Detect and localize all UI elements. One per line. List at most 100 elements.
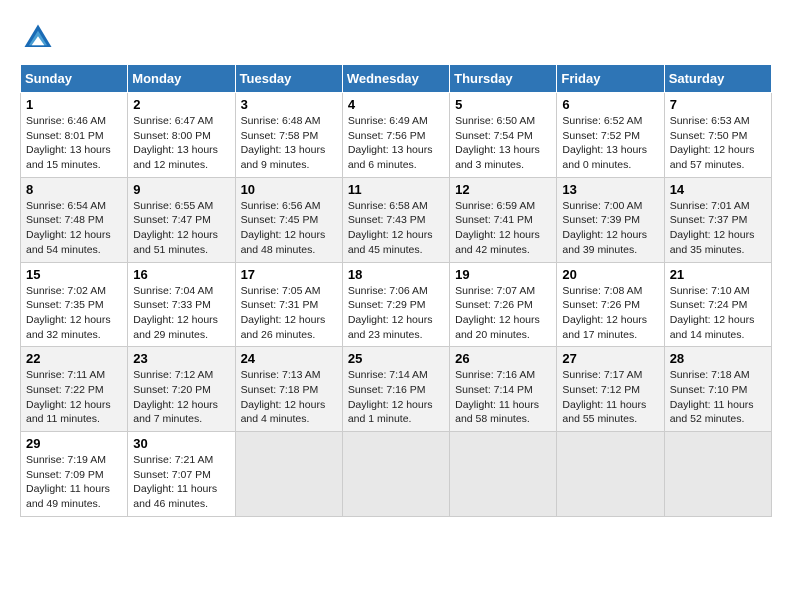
day-cell <box>235 432 342 517</box>
day-info: Sunrise: 7:04 AMSunset: 7:33 PMDaylight:… <box>133 284 229 343</box>
day-cell: 21 Sunrise: 7:10 AMSunset: 7:24 PMDayligh… <box>664 262 771 347</box>
day-info: Sunrise: 7:01 AMSunset: 7:37 PMDaylight:… <box>670 199 766 258</box>
day-number: 23 <box>133 351 229 366</box>
day-cell: 30Sunrise: 7:21 AMSunset: 7:07 PMDayligh… <box>128 432 235 517</box>
day-cell: 27 Sunrise: 7:17 AMSunset: 7:12 PMDayligh… <box>557 347 664 432</box>
day-cell <box>664 432 771 517</box>
day-number: 10 <box>241 182 337 197</box>
day-number: 12 <box>455 182 551 197</box>
day-cell: 9 Sunrise: 6:55 AMSunset: 7:47 PMDaylight… <box>128 177 235 262</box>
day-info: Sunrise: 6:58 AMSunset: 7:43 PMDaylight:… <box>348 199 444 258</box>
day-info: Sunrise: 7:18 AMSunset: 7:10 PMDaylight:… <box>670 368 766 427</box>
day-info: Sunrise: 6:47 AMSunset: 8:00 PMDaylight:… <box>133 114 229 173</box>
day-number: 11 <box>348 182 444 197</box>
day-number: 30 <box>133 436 229 451</box>
day-info: Sunrise: 7:02 AMSunset: 7:35 PMDaylight:… <box>26 284 122 343</box>
day-info: Sunrise: 6:53 AMSunset: 7:50 PMDaylight:… <box>670 114 766 173</box>
column-header-saturday: Saturday <box>664 65 771 93</box>
day-info: Sunrise: 7:12 AMSunset: 7:20 PMDaylight:… <box>133 368 229 427</box>
calendar-body: 1 Sunrise: 6:46 AMSunset: 8:01 PMDaylight… <box>21 93 772 517</box>
day-cell: 24Sunrise: 7:13 AMSunset: 7:18 PMDayligh… <box>235 347 342 432</box>
day-number: 29 <box>26 436 122 451</box>
day-cell: 23 Sunrise: 7:12 AMSunset: 7:20 PMDayligh… <box>128 347 235 432</box>
calendar-table: SundayMondayTuesdayWednesdayThursdayFrid… <box>20 64 772 517</box>
day-number: 13 <box>562 182 658 197</box>
day-cell: 3Sunrise: 6:48 AMSunset: 7:58 PMDaylight… <box>235 93 342 178</box>
day-info: Sunrise: 6:52 AMSunset: 7:52 PMDaylight:… <box>562 114 658 173</box>
day-cell: 1 Sunrise: 6:46 AMSunset: 8:01 PMDaylight… <box>21 93 128 178</box>
day-info: Sunrise: 6:48 AMSunset: 7:58 PMDaylight:… <box>241 114 337 173</box>
day-number: 7 <box>670 97 766 112</box>
day-number: 22 <box>26 351 122 366</box>
week-row-2: 8 Sunrise: 6:54 AMSunset: 7:48 PMDaylight… <box>21 177 772 262</box>
column-header-thursday: Thursday <box>450 65 557 93</box>
day-cell: 5Sunrise: 6:50 AMSunset: 7:54 PMDaylight… <box>450 93 557 178</box>
day-cell: 6 Sunrise: 6:52 AMSunset: 7:52 PMDaylight… <box>557 93 664 178</box>
day-cell <box>450 432 557 517</box>
day-cell: 16 Sunrise: 7:04 AMSunset: 7:33 PMDayligh… <box>128 262 235 347</box>
day-cell: 22Sunrise: 7:11 AMSunset: 7:22 PMDayligh… <box>21 347 128 432</box>
day-number: 14 <box>670 182 766 197</box>
day-info: Sunrise: 7:10 AMSunset: 7:24 PMDaylight:… <box>670 284 766 343</box>
day-number: 2 <box>133 97 229 112</box>
day-info: Sunrise: 6:49 AMSunset: 7:56 PMDaylight:… <box>348 114 444 173</box>
day-number: 5 <box>455 97 551 112</box>
day-info: Sunrise: 7:17 AMSunset: 7:12 PMDaylight:… <box>562 368 658 427</box>
day-number: 18 <box>348 267 444 282</box>
day-cell: 13Sunrise: 7:00 AMSunset: 7:39 PMDayligh… <box>557 177 664 262</box>
day-cell: 29 Sunrise: 7:19 AMSunset: 7:09 PMDayligh… <box>21 432 128 517</box>
day-cell: 7 Sunrise: 6:53 AMSunset: 7:50 PMDaylight… <box>664 93 771 178</box>
day-cell: 2 Sunrise: 6:47 AMSunset: 8:00 PMDaylight… <box>128 93 235 178</box>
logo-icon <box>20 20 56 56</box>
column-header-tuesday: Tuesday <box>235 65 342 93</box>
day-cell <box>342 432 449 517</box>
day-number: 9 <box>133 182 229 197</box>
day-cell: 15 Sunrise: 7:02 AMSunset: 7:35 PMDayligh… <box>21 262 128 347</box>
day-number: 19 <box>455 267 551 282</box>
column-header-sunday: Sunday <box>21 65 128 93</box>
day-number: 6 <box>562 97 658 112</box>
day-cell: 8 Sunrise: 6:54 AMSunset: 7:48 PMDaylight… <box>21 177 128 262</box>
day-number: 24 <box>241 351 337 366</box>
calendar-header: SundayMondayTuesdayWednesdayThursdayFrid… <box>21 65 772 93</box>
day-cell: 19 Sunrise: 7:07 AMSunset: 7:26 PMDayligh… <box>450 262 557 347</box>
day-cell: 12Sunrise: 6:59 AMSunset: 7:41 PMDayligh… <box>450 177 557 262</box>
day-number: 26 <box>455 351 551 366</box>
day-info: Sunrise: 6:54 AMSunset: 7:48 PMDaylight:… <box>26 199 122 258</box>
day-number: 27 <box>562 351 658 366</box>
day-cell: 17 Sunrise: 7:05 AMSunset: 7:31 PMDayligh… <box>235 262 342 347</box>
day-info: Sunrise: 7:19 AMSunset: 7:09 PMDaylight:… <box>26 453 122 512</box>
week-row-3: 15 Sunrise: 7:02 AMSunset: 7:35 PMDayligh… <box>21 262 772 347</box>
day-cell: 11 Sunrise: 6:58 AMSunset: 7:43 PMDayligh… <box>342 177 449 262</box>
day-info: Sunrise: 7:06 AMSunset: 7:29 PMDaylight:… <box>348 284 444 343</box>
day-cell: 28Sunrise: 7:18 AMSunset: 7:10 PMDayligh… <box>664 347 771 432</box>
column-header-monday: Monday <box>128 65 235 93</box>
day-number: 8 <box>26 182 122 197</box>
day-info: Sunrise: 7:07 AMSunset: 7:26 PMDaylight:… <box>455 284 551 343</box>
day-number: 4 <box>348 97 444 112</box>
day-cell: 4 Sunrise: 6:49 AMSunset: 7:56 PMDaylight… <box>342 93 449 178</box>
day-number: 25 <box>348 351 444 366</box>
day-info: Sunrise: 6:46 AMSunset: 8:01 PMDaylight:… <box>26 114 122 173</box>
logo <box>20 20 62 56</box>
day-number: 20 <box>562 267 658 282</box>
page-header <box>20 20 772 56</box>
day-info: Sunrise: 7:05 AMSunset: 7:31 PMDaylight:… <box>241 284 337 343</box>
day-info: Sunrise: 6:55 AMSunset: 7:47 PMDaylight:… <box>133 199 229 258</box>
day-cell <box>557 432 664 517</box>
week-row-4: 22Sunrise: 7:11 AMSunset: 7:22 PMDayligh… <box>21 347 772 432</box>
day-number: 15 <box>26 267 122 282</box>
day-number: 17 <box>241 267 337 282</box>
day-info: Sunrise: 7:14 AMSunset: 7:16 PMDaylight:… <box>348 368 444 427</box>
day-number: 21 <box>670 267 766 282</box>
day-cell: 10Sunrise: 6:56 AMSunset: 7:45 PMDayligh… <box>235 177 342 262</box>
day-cell: 20 Sunrise: 7:08 AMSunset: 7:26 PMDayligh… <box>557 262 664 347</box>
day-cell: 25 Sunrise: 7:14 AMSunset: 7:16 PMDayligh… <box>342 347 449 432</box>
column-header-wednesday: Wednesday <box>342 65 449 93</box>
day-info: Sunrise: 7:16 AMSunset: 7:14 PMDaylight:… <box>455 368 551 427</box>
day-number: 1 <box>26 97 122 112</box>
day-cell: 26 Sunrise: 7:16 AMSunset: 7:14 PMDayligh… <box>450 347 557 432</box>
week-row-1: 1 Sunrise: 6:46 AMSunset: 8:01 PMDaylight… <box>21 93 772 178</box>
day-number: 16 <box>133 267 229 282</box>
day-info: Sunrise: 7:08 AMSunset: 7:26 PMDaylight:… <box>562 284 658 343</box>
